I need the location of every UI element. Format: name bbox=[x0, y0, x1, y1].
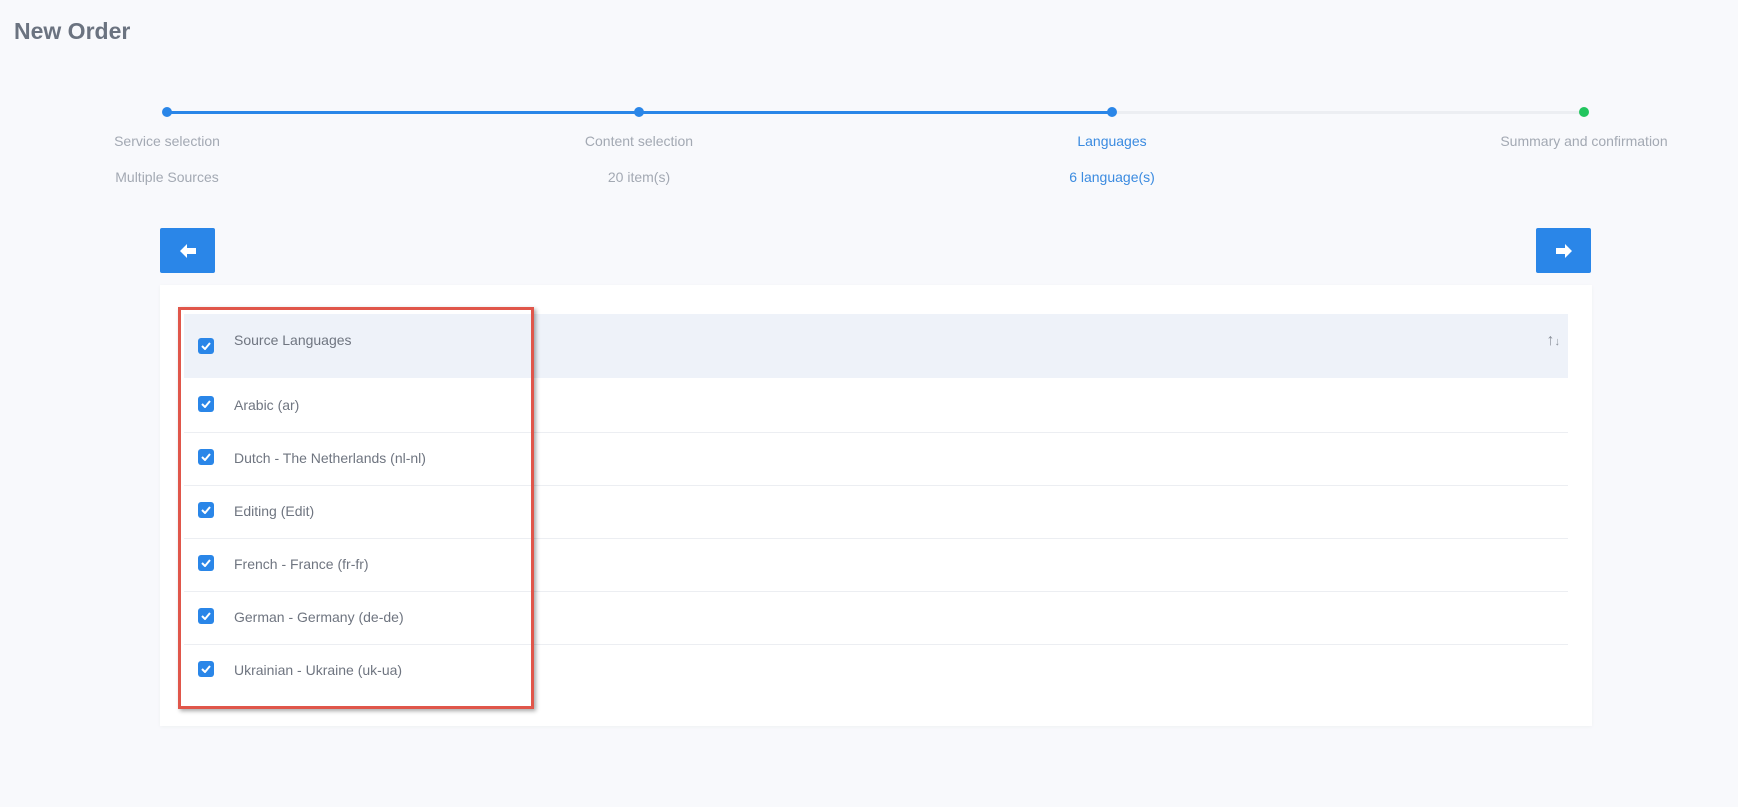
table-row[interactable]: Dutch - The Netherlands (nl-nl) bbox=[184, 432, 1568, 486]
row-checkbox[interactable] bbox=[198, 555, 214, 571]
step-label-service-selection[interactable]: Service selection bbox=[37, 133, 297, 149]
table-row[interactable]: German - Germany (de-de) bbox=[184, 591, 1568, 645]
step-dot-languages bbox=[1107, 107, 1117, 117]
language-label: Arabic (ar) bbox=[234, 397, 300, 413]
check-icon bbox=[201, 400, 211, 408]
check-icon bbox=[201, 506, 211, 514]
step-sub-service-selection: Multiple Sources bbox=[115, 169, 219, 185]
check-icon bbox=[201, 612, 211, 620]
back-button[interactable] bbox=[160, 228, 215, 273]
languages-card: Source Languages ↑↓ Arabic (ar) Dutch - … bbox=[160, 285, 1592, 726]
check-icon bbox=[201, 453, 211, 461]
step-dot-content-selection bbox=[634, 107, 644, 117]
language-label: Editing (Edit) bbox=[234, 503, 315, 519]
table-header: Source Languages ↑↓ bbox=[184, 314, 1568, 378]
row-checkbox[interactable] bbox=[198, 608, 214, 624]
step-label-summary[interactable]: Summary and confirmation bbox=[1454, 133, 1714, 149]
step-sub-languages: 6 language(s) bbox=[1069, 169, 1155, 185]
step-label-languages[interactable]: Languages bbox=[982, 133, 1242, 149]
sort-icon[interactable]: ↑↓ bbox=[1547, 332, 1561, 350]
arrow-left-icon bbox=[179, 243, 196, 258]
row-checkbox[interactable] bbox=[198, 502, 214, 518]
check-icon bbox=[201, 665, 211, 673]
language-label: German - Germany (de-de) bbox=[234, 609, 404, 625]
step-sub-content-selection: 20 item(s) bbox=[607, 169, 671, 185]
step-dot-summary bbox=[1579, 107, 1589, 117]
order-stepper: Service selection Content selection Lang… bbox=[0, 0, 1738, 190]
next-button[interactable] bbox=[1536, 228, 1591, 273]
table-row[interactable]: Ukrainian - Ukraine (uk-ua) bbox=[184, 644, 1568, 697]
row-checkbox[interactable] bbox=[198, 396, 214, 412]
source-languages-header[interactable]: Source Languages bbox=[234, 332, 352, 348]
arrow-right-icon bbox=[1555, 243, 1572, 258]
check-icon bbox=[201, 342, 211, 350]
step-label-content-selection[interactable]: Content selection bbox=[509, 133, 769, 149]
language-label: Dutch - The Netherlands (nl-nl) bbox=[234, 450, 426, 466]
language-label: French - France (fr-fr) bbox=[234, 556, 369, 572]
table-row[interactable]: Arabic (ar) bbox=[184, 379, 1568, 433]
step-line-2 bbox=[640, 111, 1112, 114]
select-all-checkbox[interactable] bbox=[198, 338, 214, 354]
table-row[interactable]: Editing (Edit) bbox=[184, 485, 1568, 539]
step-dot-service-selection bbox=[162, 107, 172, 117]
check-icon bbox=[201, 559, 211, 567]
language-label: Ukrainian - Ukraine (uk-ua) bbox=[234, 662, 403, 678]
step-line-3 bbox=[1112, 111, 1584, 114]
row-checkbox[interactable] bbox=[198, 661, 214, 677]
table-row[interactable]: French - France (fr-fr) bbox=[184, 538, 1568, 592]
row-checkbox[interactable] bbox=[198, 449, 214, 465]
step-line-1 bbox=[168, 111, 640, 114]
